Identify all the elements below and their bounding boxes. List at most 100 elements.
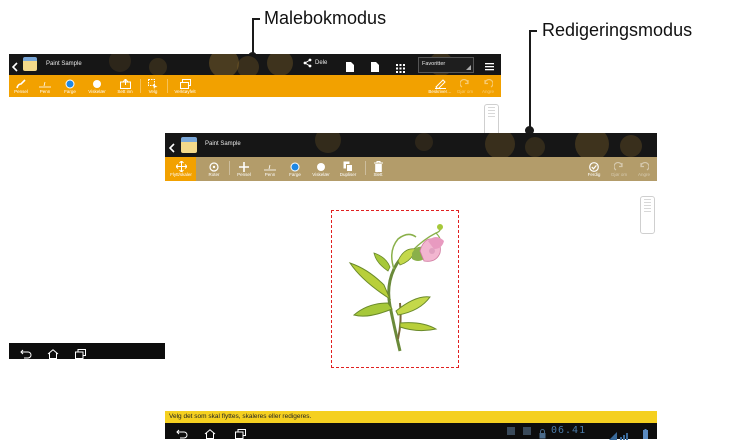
tool-brush[interactable]: Pensel [11, 75, 31, 97]
nav-recent-apps-button[interactable] [235, 426, 246, 444]
export-page-button[interactable] [346, 59, 354, 75]
scroll-indicator[interactable] [640, 196, 655, 234]
nav-back-button[interactable] [176, 426, 188, 444]
tool-insert-label: Sett inn [117, 88, 133, 94]
tool-pen[interactable]: Penn [259, 157, 281, 181]
tool-eraser[interactable]: Viskelær [85, 75, 109, 97]
toolbar-separator [365, 161, 366, 175]
tool-color-label: Farge [289, 171, 301, 177]
redo-icon [460, 78, 469, 88]
callout-line-drawing [252, 18, 254, 56]
tool-describe-label: Beskriver… [428, 88, 452, 94]
page-icon [371, 62, 379, 72]
back-button[interactable] [11, 59, 18, 75]
redo-icon [614, 161, 623, 171]
share-icon [303, 58, 312, 68]
tool-undo[interactable]: Angre [633, 157, 655, 181]
tool-duplicate[interactable]: Dupliser [335, 157, 361, 181]
toolbar-separator [140, 79, 141, 93]
status-message-bar: Velg det som skal flyttes, skaleres elle… [165, 411, 657, 423]
overflow-menu-button[interactable] [485, 59, 494, 75]
callout-line-edit [529, 30, 531, 133]
tool-color-label: Farge [64, 88, 76, 94]
tool-delete-label: Slett [373, 172, 383, 177]
tool-pen[interactable]: Penn [35, 75, 55, 97]
tool-toolbar[interactable]: Verktøyfelt [171, 75, 199, 97]
tool-color[interactable]: Farge [59, 75, 81, 97]
brush-icon [239, 161, 249, 172]
app-icon [23, 57, 37, 71]
selection-box[interactable] [331, 210, 459, 368]
nav-home-button[interactable] [204, 426, 216, 444]
callout-tick-drawing [252, 18, 260, 20]
flower-drawing [348, 224, 444, 352]
back-button[interactable] [168, 140, 175, 157]
tool-move-scale-label: Flytt/skaler [170, 172, 192, 177]
rotate-icon [209, 161, 219, 172]
tool-undo[interactable]: Angre [477, 75, 499, 97]
notification-usb-icon [523, 427, 531, 435]
callout-tick-edit [529, 30, 537, 32]
back-arrow-icon [20, 349, 32, 359]
app-title: Paint Sample [46, 61, 82, 67]
tool-toolbar-label: Verktøyfelt [174, 88, 196, 94]
tool-rotate-label: Roter [208, 171, 220, 177]
grid-icon [396, 64, 405, 73]
page-button[interactable] [371, 59, 379, 75]
tool-select-label: Velg [148, 88, 158, 94]
tool-undo-label: Angre [637, 171, 650, 177]
pen-icon [39, 81, 51, 87]
callout-edit-mode: Redigeringsmodus [542, 20, 693, 40]
tool-insert[interactable]: Sett inn [113, 75, 137, 97]
app-icon [181, 137, 197, 153]
tool-delete[interactable]: Slett [368, 157, 388, 181]
recent-apps-icon [235, 429, 246, 439]
duplicate-icon [343, 161, 353, 172]
notification-keyboard-icon [507, 427, 515, 435]
tool-done[interactable]: Ferdig [583, 157, 605, 181]
tool-color[interactable]: Farge [284, 157, 306, 181]
undo-icon [640, 161, 649, 171]
tool-pen-label: Penn [264, 171, 276, 177]
move-icon [175, 161, 187, 172]
tool-move-scale[interactable]: Flytt/skaler [166, 157, 196, 181]
eraser-icon [93, 79, 101, 88]
action-bar-drawing: Paint Sample Dele Favoritter [9, 54, 501, 75]
tool-redo[interactable]: Gjør om [454, 75, 476, 97]
toolbar-edit: Flytt/skaler Roter Pensel Penn Farge Vis… [165, 157, 657, 181]
share-button[interactable]: Dele [303, 58, 327, 68]
tool-redo[interactable]: Gjør om [608, 157, 630, 181]
select-icon [148, 78, 158, 89]
tool-pen-label: Penn [39, 88, 51, 94]
tool-brush[interactable]: Pensel [233, 157, 255, 181]
menu-icon [485, 63, 494, 71]
tool-describe[interactable]: Beskriver… [427, 75, 453, 97]
tool-duplicate-label: Dupliser [339, 172, 357, 177]
insert-icon [119, 78, 131, 89]
lock-icon [539, 426, 546, 444]
scroll-indicator[interactable] [484, 104, 499, 136]
nav-back-button[interactable] [20, 346, 32, 364]
nav-home-button[interactable] [47, 346, 59, 364]
back-arrow-icon [176, 429, 188, 439]
tool-eraser[interactable]: Viskelær [309, 157, 333, 181]
action-bar-edit: Paint Sample [165, 133, 657, 157]
home-icon [204, 429, 216, 439]
back-chevron-icon [168, 143, 175, 153]
tool-rotate[interactable]: Roter [203, 157, 225, 181]
tool-eraser-label: Viskelær [88, 88, 106, 94]
tool-undo-label: Angre [481, 88, 494, 94]
grid-view-button[interactable] [396, 60, 405, 75]
nav-bar-drawing [9, 343, 165, 359]
favorites-dropdown[interactable]: Favoritter [418, 57, 474, 73]
tool-select[interactable]: Velg [143, 75, 163, 97]
callout-drawing-mode: Malebokmodus [264, 8, 387, 28]
recent-apps-icon [75, 349, 86, 359]
tool-brush-label: Pensel [237, 171, 251, 177]
nav-recent-apps-button[interactable] [75, 346, 86, 364]
describe-icon [434, 78, 446, 89]
tool-brush-label: Pensel [14, 88, 28, 94]
trash-icon [373, 161, 383, 172]
app-title: Paint Sample [205, 141, 241, 147]
pen-icon [264, 164, 276, 170]
